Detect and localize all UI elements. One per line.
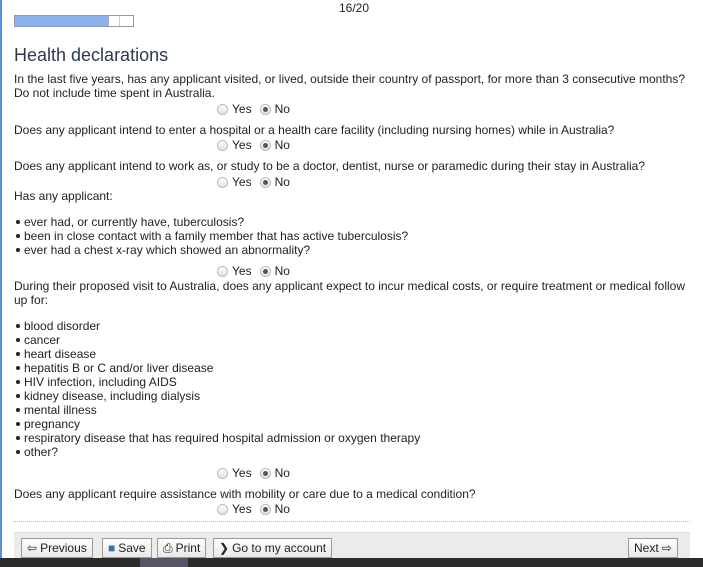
radio-no-label[interactable]: No (275, 502, 290, 516)
bullet-item: been in close contact with a family memb… (15, 229, 409, 243)
question-1-note: Do not include time spent in Australia. (14, 86, 215, 100)
bullet-item: hepatitis B or C and/or liver disease (15, 361, 214, 375)
question-4-radios: Yes No (217, 264, 298, 278)
radio-no-label[interactable]: No (275, 466, 290, 480)
radio-yes-label[interactable]: Yes (232, 138, 252, 152)
left-border (0, 0, 2, 558)
print-button[interactable]: ⎙ Print (157, 538, 207, 558)
radio-yes[interactable] (217, 176, 228, 188)
radio-yes-label[interactable]: Yes (232, 102, 252, 116)
progress-fill (15, 16, 110, 26)
bullet-item: pregnancy (15, 417, 81, 431)
radio-no[interactable] (259, 265, 271, 277)
radio-yes-label[interactable]: Yes (232, 502, 252, 516)
question-1: In the last five years, has any applican… (14, 72, 686, 86)
save-button[interactable]: ■ Save (102, 538, 152, 558)
question-5: During their proposed visit to Australia… (14, 279, 685, 293)
bullet-item: respiratory disease that has required ho… (15, 431, 421, 445)
bullet-item: ever had a chest x-ray which showed an a… (15, 243, 311, 257)
radio-yes-label[interactable]: Yes (232, 175, 252, 189)
radio-yes[interactable] (217, 503, 228, 515)
question-3: Does any applicant intend to work as, or… (14, 159, 646, 173)
bullet-item: ever had, or currently have, tuberculosi… (15, 215, 245, 229)
radio-no[interactable] (259, 176, 271, 188)
radio-no-label[interactable]: No (275, 264, 290, 278)
radio-no-label[interactable]: No (275, 175, 290, 189)
question-5-radios: Yes No (217, 466, 298, 480)
printer-icon: ⎙ (163, 541, 173, 555)
bullet-item: cancer (15, 333, 61, 347)
bullet-item: HIV infection, including AIDS (16, 375, 177, 389)
arrow-left-icon: ⇦ (27, 541, 38, 555)
next-button[interactable]: Next ⇨ (628, 538, 678, 558)
footer-toolbar: ⇦ Previous ■ Save ⎙ Print ❯ Go to my account… (14, 532, 690, 559)
radio-no[interactable] (259, 139, 271, 151)
radio-no-label[interactable]: No (275, 138, 290, 152)
progress-bar (14, 15, 134, 27)
question-1-radios: Yes No (217, 102, 298, 116)
question-6: Does any applicant require assistance wi… (14, 487, 476, 501)
radio-no[interactable] (259, 503, 271, 515)
question-6-radios: Yes No (217, 502, 298, 516)
divider (14, 521, 690, 522)
bullet-item: other? (15, 445, 59, 459)
question-2-radios: Yes No (217, 138, 298, 152)
bullet-item: kidney disease, including dialysis (15, 389, 201, 403)
taskbar (0, 558, 703, 567)
radio-yes[interactable] (217, 103, 228, 115)
floppy-disk-icon: ■ (108, 541, 116, 555)
radio-yes[interactable] (217, 467, 228, 479)
radio-yes-label[interactable]: Yes (232, 264, 252, 278)
bullet-item: mental illness (16, 403, 97, 417)
previous-button[interactable]: ⇦ Previous (21, 538, 93, 558)
bullet-item: blood disorder (15, 319, 101, 333)
progress-tick (119, 16, 120, 26)
radio-no[interactable] (259, 103, 271, 115)
radio-no-label[interactable]: No (275, 102, 290, 116)
radio-yes[interactable] (217, 265, 228, 277)
chevron-right-icon: ❯ (219, 541, 230, 555)
taskbar-item (140, 558, 188, 567)
radio-no[interactable] (259, 467, 271, 479)
question-3-radios: Yes No (217, 175, 298, 189)
go-to-account-button[interactable]: ❯ Go to my account (213, 538, 333, 558)
question-5-cont: up for: (14, 293, 49, 307)
page-counter: 16/20 (339, 1, 370, 15)
arrow-right-icon: ⇨ (661, 541, 672, 555)
bullet-item: heart disease (15, 347, 97, 361)
radio-yes-label[interactable]: Yes (232, 466, 252, 480)
page-title: Health declarations (14, 45, 169, 65)
question-2: Does any applicant intend to enter a hos… (14, 123, 615, 137)
radio-yes[interactable] (217, 139, 228, 151)
question-4: Has any applicant: (14, 189, 113, 203)
